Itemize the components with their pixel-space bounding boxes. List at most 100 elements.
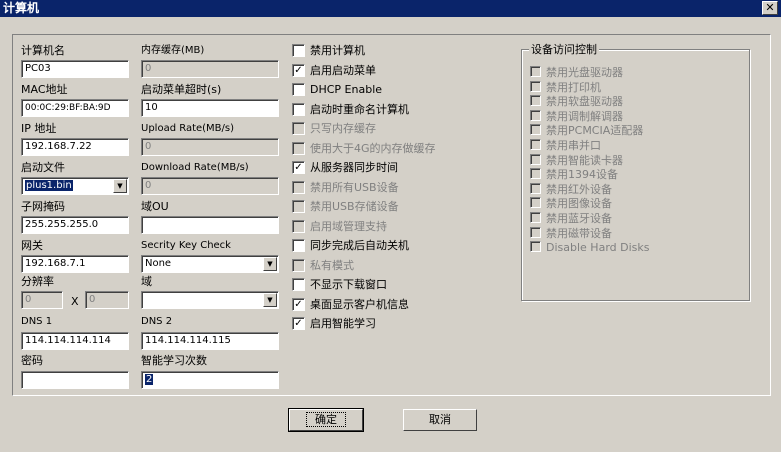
device-checkbox: Disable Hard Disks (530, 241, 649, 255)
security-key-select[interactable]: None ▼ (141, 255, 279, 273)
device-label: 禁用1394设备 (546, 168, 618, 181)
cancel-button[interactable]: 取消 (403, 409, 477, 431)
option-label: 禁用所有USB设备 (310, 181, 399, 194)
window-titlebar: 计算机 ✕ (0, 0, 781, 17)
password-label: 密码 (21, 354, 43, 367)
checkbox-box[interactable]: ✓ (292, 317, 305, 330)
option-checkbox: 禁用USB存储设备 (292, 200, 399, 214)
ok-button[interactable]: 确定 (288, 408, 364, 432)
option-checkbox[interactable]: ✓ 桌面显示客户机信息 (292, 298, 409, 312)
security-key-label: Secrity Key Check (141, 240, 231, 251)
cancel-button-label: 取消 (429, 413, 451, 426)
checkbox-box[interactable]: ✓ (292, 298, 305, 311)
checkbox-box (292, 200, 305, 213)
checkbox-box[interactable]: ✓ (292, 64, 305, 77)
checkbox-box (292, 220, 305, 233)
mac-input[interactable]: 00:0C:29:BF:BA:9D (21, 99, 129, 117)
dns2-input[interactable]: 114.114.114.115 (141, 332, 279, 350)
domain-select[interactable]: ▼ (141, 291, 279, 309)
checkbox-box[interactable]: ✓ (292, 161, 305, 174)
dns2-label: DNS 2 (141, 316, 173, 327)
device-label: Disable Hard Disks (546, 241, 650, 254)
upload-rate-input[interactable]: 0 (141, 138, 279, 156)
resolution-width-input[interactable]: 0 (21, 291, 63, 309)
option-label: 只写内存缓存 (310, 122, 376, 135)
option-checkbox[interactable]: ✓ 启用智能学习 (292, 317, 376, 331)
download-rate-input[interactable]: 0 (141, 177, 279, 195)
option-label: 启用智能学习 (310, 317, 376, 330)
option-label: 不显示下载窗口 (310, 278, 387, 291)
dns1-input[interactable]: 114.114.114.114 (21, 332, 129, 350)
option-label: 同步完成后自动关机 (310, 239, 409, 252)
option-label: 启动时重命名计算机 (310, 103, 409, 116)
computer-name-input[interactable]: PC03 (21, 60, 129, 78)
smart-learn-count-input[interactable]: 2 (141, 371, 279, 389)
option-checkbox[interactable]: 启动时重命名计算机 (292, 103, 409, 117)
checkbox-box (530, 168, 541, 179)
device-checkbox: 禁用蓝牙设备 (530, 212, 612, 226)
boot-menu-timeout-input[interactable]: 10 (141, 99, 279, 117)
upload-rate-label: Upload Rate(MB/s) (141, 123, 235, 134)
close-button[interactable]: ✕ (762, 1, 778, 15)
checkbox-box[interactable] (292, 44, 305, 57)
dns1-label: DNS 1 (21, 316, 53, 327)
checkbox-box (530, 227, 541, 238)
device-access-title: 设备访问控制 (529, 43, 599, 56)
device-checkbox: 禁用PCMCIA适配器 (530, 124, 643, 138)
option-label: 桌面显示客户机信息 (310, 298, 409, 311)
checkbox-box[interactable] (292, 278, 305, 291)
option-checkbox: 禁用所有USB设备 (292, 181, 399, 195)
device-checkbox: 禁用磁带设备 (530, 227, 612, 241)
gateway-label: 网关 (21, 239, 43, 252)
checkbox-box (530, 81, 541, 92)
option-checkbox[interactable]: DHCP Enable (292, 83, 382, 97)
resolution-x-label: X (71, 295, 79, 308)
option-checkbox[interactable]: 不显示下载窗口 (292, 278, 387, 292)
checkbox-box[interactable] (292, 239, 305, 252)
ip-input[interactable]: 192.168.7.22 (21, 138, 129, 156)
chevron-down-icon[interactable]: ▼ (113, 179, 127, 193)
checkbox-box (530, 110, 541, 121)
chevron-down-icon[interactable]: ▼ (263, 257, 277, 271)
device-checkbox: 禁用串并口 (530, 139, 601, 153)
checkbox-box (530, 66, 541, 77)
subnet-input[interactable]: 255.255.255.0 (21, 216, 129, 234)
device-checkbox: 禁用调制解调器 (530, 110, 623, 124)
device-checkbox: 禁用1394设备 (530, 168, 618, 182)
checkbox-box (530, 183, 541, 194)
gateway-input[interactable]: 192.168.7.1 (21, 255, 129, 273)
boot-file-select[interactable]: plus1.bin ▼ (21, 177, 129, 195)
device-label: 禁用打印机 (546, 81, 601, 94)
option-checkbox: 使用大于4G的内存做缓存 (292, 142, 436, 156)
option-checkbox[interactable]: 同步完成后自动关机 (292, 239, 409, 253)
resolution-height-input[interactable]: 0 (85, 291, 129, 309)
mem-cache-input[interactable]: 0 (141, 60, 279, 78)
device-label: 禁用蓝牙设备 (546, 212, 612, 225)
option-label: 启用启动菜单 (310, 64, 376, 77)
option-checkbox[interactable]: ✓ 启用启动菜单 (292, 64, 376, 78)
password-input[interactable] (21, 371, 129, 389)
checkbox-box[interactable] (292, 83, 305, 96)
device-checkbox: 禁用红外设备 (530, 183, 612, 197)
domain-ou-label: 域OU (141, 200, 169, 213)
checkbox-box (530, 124, 541, 135)
device-label: 禁用PCMCIA适配器 (546, 124, 644, 137)
boot-menu-timeout-label: 启动菜单超时(s) (141, 83, 222, 96)
option-checkbox[interactable]: 禁用计算机 (292, 44, 365, 58)
mem-cache-label: 内存缓存(MB) (141, 45, 205, 56)
chevron-down-icon[interactable]: ▼ (263, 293, 277, 307)
option-checkbox: 只写内存缓存 (292, 122, 376, 136)
checkbox-box (292, 122, 305, 135)
domain-ou-input[interactable] (141, 216, 279, 234)
resolution-label: 分辨率 (21, 275, 54, 288)
option-checkbox: 私有模式 (292, 259, 354, 273)
close-icon: ✕ (765, 1, 775, 14)
mac-label: MAC地址 (21, 83, 68, 96)
settings-panel: 计算机名 PC03 MAC地址 00:0C:29:BF:BA:9D IP 地址 … (12, 34, 771, 396)
device-label: 禁用光盘驱动器 (546, 66, 623, 79)
checkbox-box[interactable] (292, 103, 305, 116)
option-checkbox[interactable]: ✓ 从服务器同步时间 (292, 161, 398, 175)
device-label: 禁用调制解调器 (546, 110, 623, 123)
option-label: DHCP Enable (310, 83, 383, 96)
boot-file-label: 启动文件 (21, 161, 65, 174)
